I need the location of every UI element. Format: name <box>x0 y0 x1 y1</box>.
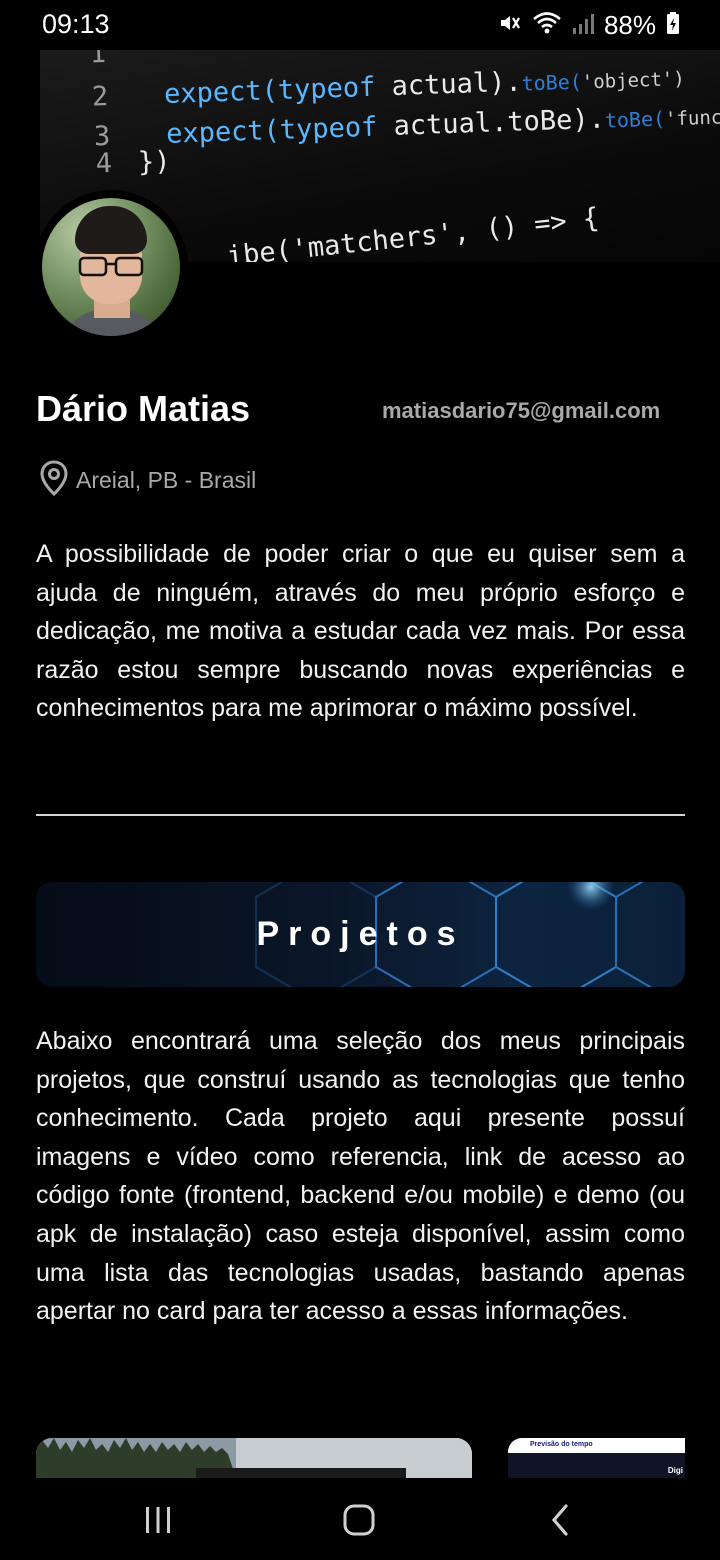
projects-section-header: Projetos <box>36 882 685 987</box>
project-card-label: Digi <box>667 1466 683 1475</box>
home-icon <box>343 1504 375 1536</box>
location-pin-icon <box>40 460 68 501</box>
code-line: 4}) <box>95 145 172 180</box>
code-line: ibe('matchers', () => { <box>225 202 601 262</box>
signal-icon <box>572 11 594 40</box>
glasses-icon <box>78 256 144 277</box>
back-button[interactable] <box>540 1500 580 1540</box>
profile-location: Areial, PB - Brasil <box>40 460 256 501</box>
battery-charging-icon <box>666 11 680 40</box>
avatar-photo <box>42 198 180 336</box>
projects-title: Projetos <box>256 915 465 953</box>
back-icon <box>551 1504 568 1536</box>
location-text: Areial, PB - Brasil <box>76 467 257 493</box>
profile-bio: A possibilidade de poder criar o que eu … <box>36 540 685 723</box>
recent-apps-button[interactable] <box>138 1500 178 1540</box>
status-time: 09:13 <box>42 9 110 39</box>
recent-apps-icon <box>146 1507 170 1533</box>
mute-icon <box>498 11 522 40</box>
system-navigation-bar <box>0 1478 720 1560</box>
section-divider <box>36 814 685 816</box>
wifi-icon <box>532 11 562 40</box>
battery-level: 88% <box>603 10 656 40</box>
profile-email-link[interactable]: matiasdario75@gmail.com <box>382 398 660 424</box>
code-line: 1 <box>89 50 107 70</box>
profile-name: Dário Matias <box>36 388 251 429</box>
status-icons: 88% <box>498 10 680 41</box>
project-card[interactable] <box>36 1438 472 1478</box>
projects-description: Abaixo encontrará uma seleção dos meus p… <box>36 1027 685 1326</box>
project-card[interactable]: Previsão do tempo Digi <box>508 1438 685 1478</box>
project-card-image <box>36 1438 472 1478</box>
home-button[interactable] <box>339 1500 379 1540</box>
status-bar: 09:13 88% <box>0 0 720 50</box>
avatar <box>34 190 188 344</box>
project-card-title: Previsão do tempo <box>530 1441 593 1448</box>
